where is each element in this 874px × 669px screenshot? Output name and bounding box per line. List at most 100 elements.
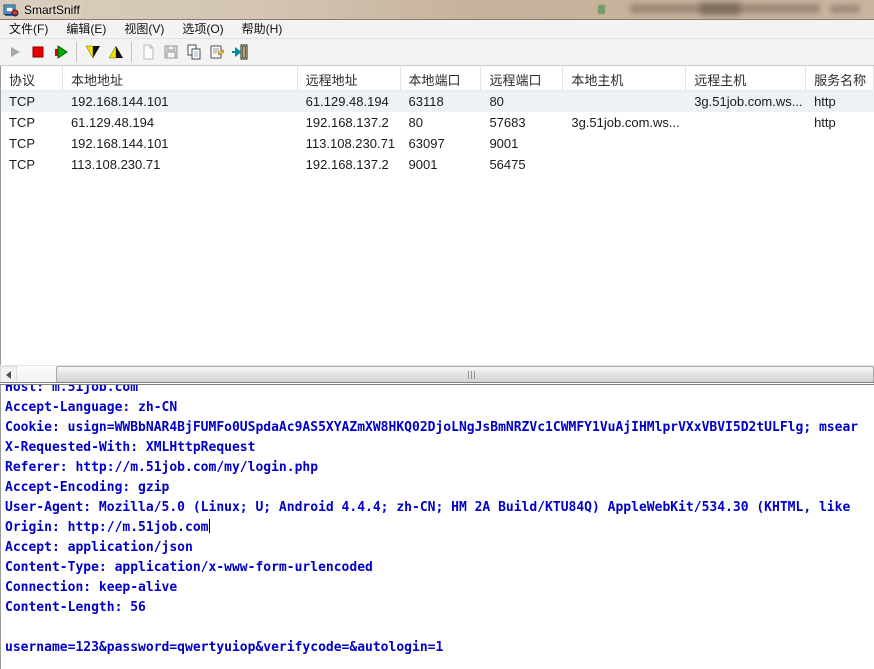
exit-icon [231, 44, 249, 60]
http-header-line: Connection: keep-alive [5, 578, 874, 598]
http-header-line: Accept: application/json [5, 538, 874, 558]
table-cell: 192.168.137.2 [298, 112, 401, 133]
column-header[interactable]: 远程端口 [481, 66, 563, 90]
window-title: SmartSniff [24, 3, 80, 17]
toolbar-separator [76, 42, 77, 62]
http-header-line: username=123&password=qwertyuiop&verifyc… [5, 638, 874, 658]
menu-item-0[interactable]: 文件(F) [0, 20, 57, 39]
scrollbar-thumb[interactable] [56, 366, 874, 383]
copy-icon [186, 44, 202, 60]
table-cell [563, 91, 686, 112]
background-glass-artifact [700, 2, 740, 16]
table-cell: 57683 [481, 112, 563, 133]
table-cell [563, 133, 686, 154]
http-header-line: Accept-Encoding: gzip [5, 478, 874, 498]
http-header-line: User-Agent: Mozilla/5.0 (Linux; U; Andro… [5, 498, 874, 518]
table-row[interactable]: TCP192.168.144.101113.108.230.7163097900… [1, 133, 874, 154]
listview-header: 协议本地地址远程地址本地端口远程端口本地主机远程主机服务名称 [1, 66, 874, 91]
table-row[interactable]: TCP192.168.144.10161.129.48.1946311880 3g… [1, 91, 874, 112]
connections-list: 协议本地地址远程地址本地端口远程端口本地主机远程主机服务名称 TCP192.16… [0, 66, 874, 365]
table-cell [686, 112, 806, 133]
new-file-button[interactable] [136, 41, 159, 64]
run-capture-icon [53, 44, 69, 60]
table-cell: 63097 [401, 133, 482, 154]
filter-down-button[interactable] [81, 41, 104, 64]
http-header-line: Content-Length: 56 [5, 598, 874, 618]
save-icon [163, 44, 179, 60]
table-cell: 61.129.48.194 [63, 112, 298, 133]
filter-up-button[interactable] [104, 41, 127, 64]
table-cell [806, 154, 874, 175]
listview-body: TCP192.168.144.10161.129.48.19463118803g… [1, 91, 874, 175]
column-header[interactable]: 远程地址 [298, 66, 401, 90]
toolbar-separator [131, 42, 132, 62]
filter-up-icon [107, 44, 125, 60]
new-file-icon [140, 44, 156, 60]
filter-down-icon [84, 44, 102, 60]
table-cell: 63118 [401, 91, 482, 112]
app-icon [3, 2, 19, 18]
http-header-line [5, 618, 874, 638]
column-header[interactable]: 服务名称 [806, 66, 874, 90]
smartsniff-window: SmartSniff 文件(F)编辑(E)视图(V)选项(O)帮助(H) [0, 0, 874, 669]
table-cell: 56475 [481, 154, 563, 175]
horizontal-scrollbar[interactable] [0, 365, 874, 382]
table-cell: TCP [1, 112, 63, 133]
column-header[interactable]: 本地主机 [563, 66, 686, 90]
http-header-line: X-Requested-With: XMLHttpRequest [5, 438, 874, 458]
table-cell: 113.108.230.71 [298, 133, 401, 154]
properties-button[interactable] [205, 41, 228, 64]
title-bar[interactable]: SmartSniff [0, 0, 874, 20]
copy-button[interactable] [182, 41, 205, 64]
table-cell: 80 [481, 91, 563, 112]
scroll-left-arrow-icon [6, 371, 11, 379]
http-detail-pane[interactable]: Host: m.51job.comAccept-Language: zh-CN C… [0, 385, 874, 669]
table-cell: TCP [1, 91, 63, 112]
toolbar [0, 39, 874, 66]
stop-capture-button[interactable] [26, 41, 49, 64]
scroll-left-button[interactable] [0, 366, 17, 383]
exit-button[interactable] [228, 41, 251, 64]
table-cell: 9001 [481, 133, 563, 154]
http-header-line: Host: m.51job.com [5, 385, 874, 398]
table-cell: 3g.51job.com.ws... [686, 91, 806, 112]
table-cell: 192.168.144.101 [63, 91, 298, 112]
save-button[interactable] [159, 41, 182, 64]
table-cell: 192.168.137.2 [298, 154, 401, 175]
menu-item-3[interactable]: 选项(O) [173, 20, 232, 39]
menu-item-2[interactable]: 视图(V) [115, 20, 173, 39]
column-header[interactable]: 本地端口 [401, 66, 482, 90]
properties-icon [209, 44, 225, 60]
scrollbar-track[interactable] [17, 366, 57, 383]
http-header-line: Origin: http://m.51job.com [5, 518, 874, 538]
column-header[interactable]: 协议 [1, 66, 63, 90]
table-row[interactable]: TCP113.108.230.71192.168.137.2900156475 [1, 154, 874, 175]
table-cell: http [806, 91, 874, 112]
menu-item-4[interactable]: 帮助(H) [233, 20, 292, 39]
start-capture-disabled-icon [7, 44, 23, 60]
menu-bar: 文件(F)编辑(E)视图(V)选项(O)帮助(H) [0, 20, 874, 39]
table-cell: TCP [1, 133, 63, 154]
column-header[interactable]: 远程主机 [686, 66, 806, 90]
text-caret [209, 519, 210, 533]
start-capture-button[interactable] [3, 41, 26, 64]
table-cell: 113.108.230.71 [63, 154, 298, 175]
http-header-line: Referer: http://m.51job.com/my/login.php [5, 458, 874, 478]
table-cell: 9001 [401, 154, 482, 175]
run-capture-button[interactable] [49, 41, 72, 64]
table-cell: TCP [1, 154, 63, 175]
table-cell: 61.129.48.194 [298, 91, 401, 112]
table-cell: 80 [401, 112, 482, 133]
table-row[interactable]: TCP61.129.48.194192.168.137.280576833g.5… [1, 112, 874, 133]
menu-item-1[interactable]: 编辑(E) [57, 20, 115, 39]
background-glass-artifact [830, 5, 860, 13]
stop-capture-icon [30, 44, 46, 60]
http-header-line: Content-Type: application/x-www-form-url… [5, 558, 874, 578]
table-cell [563, 154, 686, 175]
column-header[interactable]: 本地地址 [63, 66, 298, 90]
table-cell: 192.168.144.101 [63, 133, 298, 154]
http-header-line: Accept-Language: zh-CN [5, 398, 874, 418]
background-glass-artifact [598, 5, 605, 14]
table-cell [686, 154, 806, 175]
scrollbar-grip-icon [468, 371, 476, 379]
